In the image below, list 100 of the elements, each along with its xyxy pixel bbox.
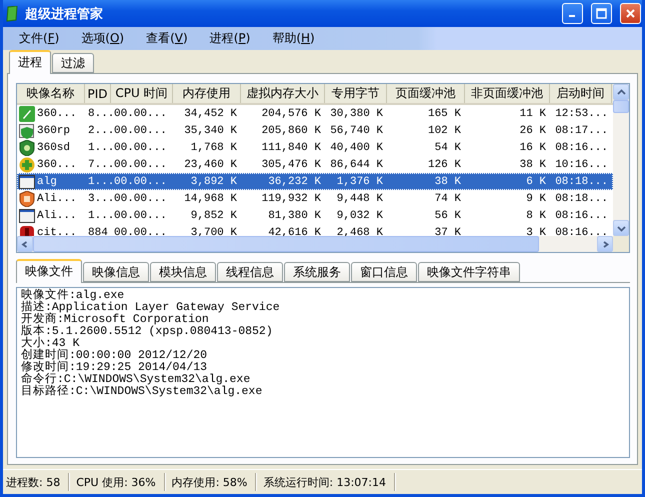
table-cell-text: 8 K: [525, 210, 547, 222]
table-cell: cit...: [36, 226, 77, 236]
tab[interactable]: 模块信息: [150, 262, 216, 282]
table-cell-text: 08:18...: [554, 192, 609, 204]
column-header[interactable]: 页面缓冲池: [387, 84, 465, 103]
table-row[interactable]: Ali... 1...00.00... 9,852 K 81,380 K 9,032 K 56 K 8 K 08:16...: [17, 207, 613, 224]
table-cell-text: 102 K: [426, 124, 462, 136]
menu-item[interactable]: 查看(V): [136, 30, 200, 47]
table-cell-text: 00.00...: [113, 142, 168, 154]
tab[interactable]: 进程: [9, 50, 51, 74]
badge-icon: [19, 190, 35, 206]
status-text: 进程数: 58: [3, 473, 70, 491]
menu-item[interactable]: 文件(F): [9, 30, 72, 47]
app-icon: [5, 6, 19, 22]
column-header[interactable]: 内存使用: [173, 84, 241, 103]
shield-icon: [19, 140, 35, 156]
tab[interactable]: 系统服务: [284, 262, 350, 282]
table-cell-text: 56,740 K: [329, 124, 384, 136]
table-cell: 360...: [36, 158, 77, 170]
table-cell-text: 205,860 K: [260, 124, 322, 136]
table-cell-text: 9,448 K: [336, 192, 384, 204]
vertical-scrollbar[interactable]: [613, 84, 629, 236]
table-cell: Ali...: [36, 210, 77, 222]
table-cell-text: 38 K: [434, 176, 462, 188]
window-icon: [19, 174, 35, 190]
table-cell-text: 08:16...: [554, 226, 609, 236]
table-cell-text: 00.00...: [113, 192, 168, 204]
column-header[interactable]: 虚拟内存大小: [241, 84, 325, 103]
plus-icon: [19, 156, 35, 172]
scroll-thumb[interactable]: [33, 236, 539, 252]
minimize-button[interactable]: [562, 3, 583, 24]
detail-line: 开发商:Microsoft Corporation: [21, 314, 209, 326]
detail-line: 命令行:C:\WINDOWS\System32\alg.exe: [21, 374, 250, 386]
table-cell-text: 3,892 K: [190, 176, 238, 188]
table-row[interactable]: 360... 8...00.00... 34,452 K 204,576 K 30,380 K 165 K 11 K 12:53...: [17, 105, 613, 122]
table-cell-text: 8...: [87, 108, 111, 120]
table-cell-text: 9 K: [525, 192, 547, 204]
column-header[interactable]: 专用字节: [325, 84, 387, 103]
detail-line: 大小:43 K: [21, 338, 81, 350]
table-row[interactable]: 360rp 2...00.00... 35,340 K 205,860 K 56,740 K 102 K 26 K 08:17...: [17, 122, 613, 139]
column-header[interactable]: CPU 时间: [111, 84, 173, 103]
scroll-thumb[interactable]: [613, 100, 629, 113]
table-cell-text: 3 K: [525, 226, 547, 236]
maximize-icon: [596, 8, 607, 19]
horizontal-scrollbar[interactable]: [17, 236, 613, 252]
table-cell-text: 35,340 K: [183, 124, 238, 136]
table-row[interactable]: 360... 7...00.00... 23,460 K 305,476 K 86,644 K 126 K 38 K 10:16...: [17, 156, 613, 173]
table-cell-text: 00.00...: [113, 210, 168, 222]
tab[interactable]: 映像文件字符串: [418, 262, 520, 282]
table-row[interactable]: Ali... 3...00.00... 14,968 K 119,932 K 9,448 K 74 K 9 K 08:18...: [17, 190, 613, 207]
column-header[interactable]: PID: [85, 84, 111, 103]
window-icon: [19, 208, 35, 224]
menu-item[interactable]: 选项(O): [71, 30, 136, 47]
table-cell-text: 2...: [87, 124, 111, 136]
column-header[interactable]: 启动时间: [550, 84, 612, 103]
table-cell-text: 1,376 K: [336, 176, 384, 188]
detail-line: 描述:Application Layer Gateway Service: [21, 302, 281, 314]
table-cell-text: 37 K: [434, 226, 462, 236]
table-cell-text: 111,840 K: [260, 142, 322, 154]
table-cell-text: 3...: [87, 192, 111, 204]
table-cell-text: 40,400 K: [329, 142, 384, 154]
table-cell-text: 14,968 K: [183, 192, 238, 204]
table-cell: alg: [36, 176, 57, 188]
tab[interactable]: 过滤: [52, 53, 94, 73]
maximize-button[interactable]: [591, 3, 612, 24]
shield-window-icon: [19, 122, 35, 138]
table-cell: 360sd: [36, 142, 70, 154]
table-cell-text: 00.00...: [113, 226, 168, 236]
table-cell: 360rp: [36, 124, 70, 136]
table-cell-text: 56 K: [434, 210, 462, 222]
status-text: 系统运行时间: 13:07:14: [260, 473, 395, 491]
app-icon: [19, 224, 35, 236]
column-header[interactable]: 映像名称: [17, 84, 85, 103]
table-cell-text: 10:16...: [554, 158, 609, 170]
table-row[interactable]: 360sd 1...00.00... 1,768 K 111,840 K 40,400 K 54 K 16 K 08:16...: [17, 139, 613, 156]
tab[interactable]: 映像文件: [16, 259, 82, 283]
menu-item[interactable]: 帮助(H): [262, 30, 327, 47]
tab[interactable]: 映像信息: [83, 262, 149, 282]
table-row[interactable]: alg 1...00.00... 3,892 K 36,232 K 1,376 K 38 K 6 K 08:18...: [17, 173, 613, 190]
table-cell-text: 00.00...: [113, 176, 168, 188]
table-cell-text: 16 K: [518, 142, 547, 154]
table-cell-text: 204,576 K: [260, 108, 322, 120]
scrollbar-corner: [613, 236, 629, 252]
table-cell-text: 08:17...: [554, 124, 609, 136]
table-cell-text: 36,232 K: [267, 176, 322, 188]
table-cell-text: 81,380 K: [267, 210, 322, 222]
window-title: 超级进程管家: [25, 6, 104, 22]
tab[interactable]: 线程信息: [217, 262, 283, 282]
table-cell-text: 165 K: [426, 108, 462, 120]
tab[interactable]: 窗口信息: [351, 262, 417, 282]
table-cell-text: 54 K: [434, 142, 462, 154]
table-cell-text: 38 K: [518, 158, 547, 170]
table-cell-text: 00.00...: [113, 124, 168, 136]
menu-item[interactable]: 进程(P): [200, 30, 262, 47]
detail-line: 创建时间:00:00:00 2012/12/20: [21, 350, 208, 362]
detail-line: 映像文件:alg.exe: [21, 290, 124, 302]
close-button[interactable]: [620, 3, 641, 24]
table-cell-text: 30,380 K: [329, 108, 384, 120]
table-cell-text: 00.00...: [113, 158, 168, 170]
column-header[interactable]: 非页面缓冲池: [465, 84, 550, 103]
